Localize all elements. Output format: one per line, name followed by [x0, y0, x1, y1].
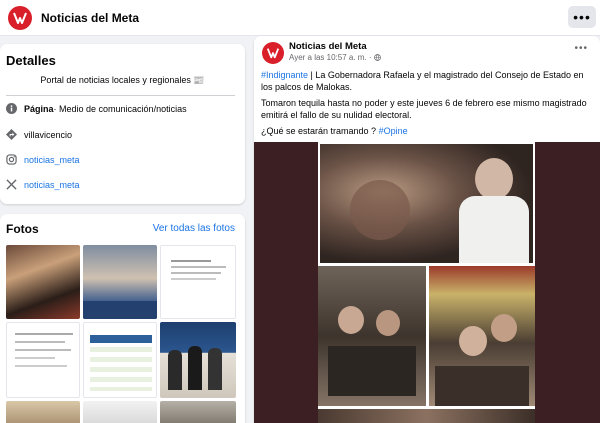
photo-thumbnail[interactable]: [83, 322, 157, 398]
photo-collage: [318, 142, 535, 423]
category-value: · Medio de comunicación/noticias: [53, 103, 187, 114]
location-pin-icon: [6, 129, 17, 140]
photo-thumbnail[interactable]: [6, 322, 80, 398]
post-time-text[interactable]: Ayer a las 10:57 a. m. ·: [289, 53, 372, 62]
x-icon: [6, 179, 17, 190]
photo-thumbnail[interactable]: [83, 401, 157, 423]
instagram-link[interactable]: noticias_meta: [24, 155, 80, 165]
instagram-icon: [6, 154, 17, 165]
photo-thumbnail[interactable]: [6, 245, 80, 319]
post-card: Noticias del Meta Ayer a las 10:57 a. m.…: [254, 36, 600, 423]
post-image[interactable]: [254, 142, 600, 423]
photo-thumbnail[interactable]: [6, 401, 80, 423]
photo-thumbnail[interactable]: [160, 322, 236, 398]
page-logo-icon[interactable]: [8, 5, 32, 30]
hashtag-opine[interactable]: #Opine: [379, 126, 408, 136]
post-author-avatar[interactable]: [262, 42, 284, 64]
photo-thumbnail[interactable]: [83, 245, 157, 319]
x-link[interactable]: noticias_meta: [24, 180, 80, 190]
collage-photo-bottom: [318, 409, 535, 423]
page-header-bar: Noticias del Meta •••: [0, 0, 600, 36]
photo-thumbnail[interactable]: [160, 245, 236, 319]
hashtag-indignante[interactable]: #Indignante: [261, 70, 308, 80]
post-paragraph-2: Tomaron tequila hasta no poder y este ju…: [261, 98, 587, 120]
post-paragraph-1: #Indignante | La Gobernadora Rafaela y e…: [261, 69, 592, 93]
details-card: Detalles Portal de noticias locales y re…: [0, 44, 245, 204]
divider: [6, 95, 235, 96]
photos-card: Fotos Ver todas las fotos: [0, 214, 245, 423]
post-paragraph-3: ¿Qué se estarán tramando ? #Opine: [261, 125, 592, 137]
collage-photo-left: [318, 266, 426, 406]
page-intro: Portal de noticias locales y regionales …: [40, 75, 205, 85]
instagram-row[interactable]: noticias_meta: [6, 154, 80, 165]
photo-thumbnail[interactable]: [160, 401, 236, 423]
category-label: Página: [24, 103, 54, 114]
info-icon: [6, 103, 17, 114]
location-text: villavicencio: [24, 129, 73, 140]
location-row: villavicencio: [6, 129, 72, 140]
page-name[interactable]: Noticias del Meta: [41, 11, 139, 25]
more-options-button[interactable]: •••: [568, 6, 596, 28]
globe-icon: [373, 54, 381, 61]
see-all-photos-link[interactable]: Ver todas las fotos: [153, 223, 235, 234]
post-paragraph-1-text: | La Gobernadora Rafaela y el magistrado…: [261, 70, 584, 92]
collage-photo-right: [429, 266, 535, 406]
photos-title: Fotos: [6, 222, 39, 236]
x-row[interactable]: noticias_meta: [6, 179, 80, 190]
post-options-button[interactable]: •••: [574, 43, 588, 54]
category-row: Página · Medio de comunicación/noticias: [6, 103, 187, 114]
post-timestamp[interactable]: Ayer a las 10:57 a. m. ·: [289, 53, 381, 62]
details-title: Detalles: [6, 53, 56, 68]
collage-photo-top: [320, 144, 533, 263]
post-author-name[interactable]: Noticias del Meta: [289, 41, 367, 52]
post-paragraph-3-text: ¿Qué se estarán tramando ?: [261, 126, 379, 136]
